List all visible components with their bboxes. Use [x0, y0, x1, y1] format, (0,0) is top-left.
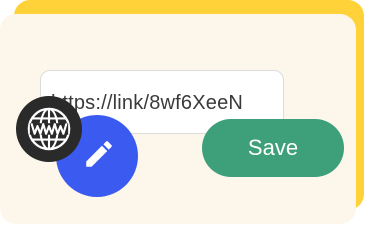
link-editor-widget: https://link/8wf6XeeN Save [0, 0, 370, 224]
save-button[interactable]: Save [202, 119, 344, 177]
website-globe-badge [16, 96, 82, 162]
globe-www-icon [27, 107, 71, 151]
pencil-icon [86, 141, 112, 167]
